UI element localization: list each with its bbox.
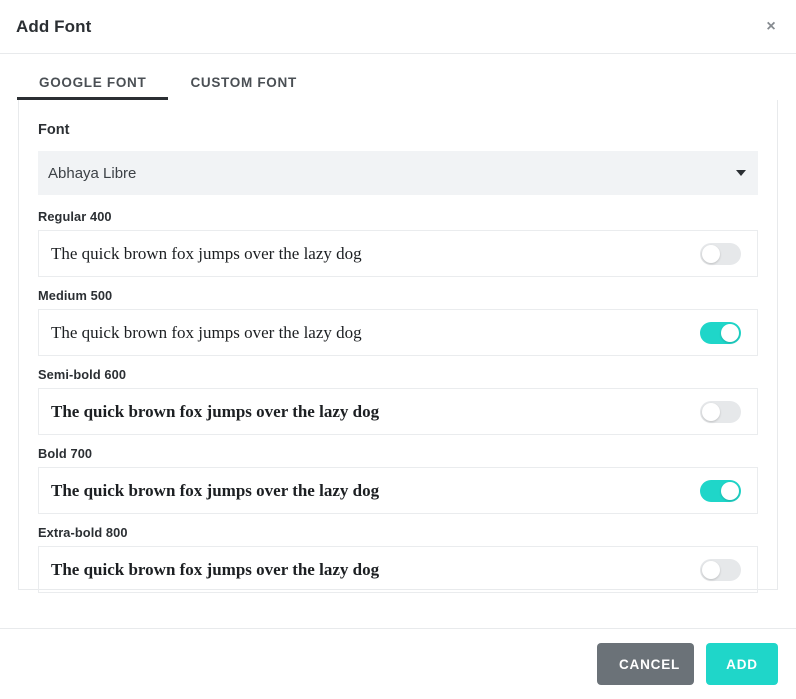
toggle-knob [702,560,720,579]
weight-row: The quick brown fox jumps over the lazy … [38,546,758,593]
tab-google-font[interactable]: GOOGLE FONT [17,75,169,100]
weight-row: The quick brown fox jumps over the lazy … [38,388,758,435]
weight-label: Regular 400 [38,209,112,224]
add-font-dialog: Add Font × GOOGLE FONT CUSTOM FONT Font … [0,0,796,699]
dialog-footer: CANCEL ADD [0,628,796,699]
font-select-value: Abhaya Libre [48,164,137,182]
tab-custom-font[interactable]: CUSTOM FONT [168,75,318,100]
weight-row: The quick brown fox jumps over the lazy … [38,230,758,277]
panel-wrapper: Font Abhaya Libre Regular 400 The quick … [0,100,796,628]
weight-label: Medium 500 [38,288,113,303]
weight-toggle-extrabold-800[interactable] [700,558,741,581]
weight-row: The quick brown fox jumps over the lazy … [38,467,758,514]
weight-block-semibold-600: Semi-bold 600 The quick brown fox jumps … [38,367,758,435]
tab-bar: GOOGLE FONT CUSTOM FONT [0,54,796,100]
cancel-button[interactable]: CANCEL [597,643,694,685]
font-select[interactable]: Abhaya Libre [38,151,758,195]
add-button[interactable]: ADD [706,643,778,685]
weight-block-medium-500: Medium 500 The quick brown fox jumps ove… [38,288,758,356]
weight-row: The quick brown fox jumps over the lazy … [38,309,758,356]
toggle-knob [721,481,739,500]
google-font-panel: Font Abhaya Libre Regular 400 The quick … [18,100,778,593]
weight-toggle-medium-500[interactable] [700,321,741,344]
weight-block-bold-700: Bold 700 The quick brown fox jumps over … [38,446,758,514]
weight-label: Semi-bold 600 [38,367,127,382]
toggle-knob [702,244,720,263]
toggle-knob [702,402,720,421]
weight-sample-text: The quick brown fox jumps over the lazy … [51,243,362,263]
weight-sample-text: The quick brown fox jumps over the lazy … [51,559,380,579]
weight-toggle-bold-700[interactable] [700,479,741,502]
font-field-label: Font [38,122,70,138]
weight-toggle-semibold-600[interactable] [700,400,741,423]
weight-sample-text: The quick brown fox jumps over the lazy … [51,480,380,500]
chevron-down-icon [736,170,746,176]
dialog-header: Add Font × [0,0,796,54]
dialog-title: Add Font [16,16,92,36]
weight-label: Bold 700 [38,446,93,461]
weight-sample-text: The quick brown fox jumps over the lazy … [51,322,362,342]
close-icon[interactable]: × [758,14,784,40]
toggle-knob [721,323,739,342]
weight-block-extrabold-800: Extra-bold 800 The quick brown fox jumps… [38,525,758,593]
weight-label: Extra-bold 800 [38,525,128,540]
weight-sample-text: The quick brown fox jumps over the lazy … [51,401,380,421]
weight-block-regular-400: Regular 400 The quick brown fox jumps ov… [38,209,758,277]
weight-toggle-regular-400[interactable] [700,242,741,265]
